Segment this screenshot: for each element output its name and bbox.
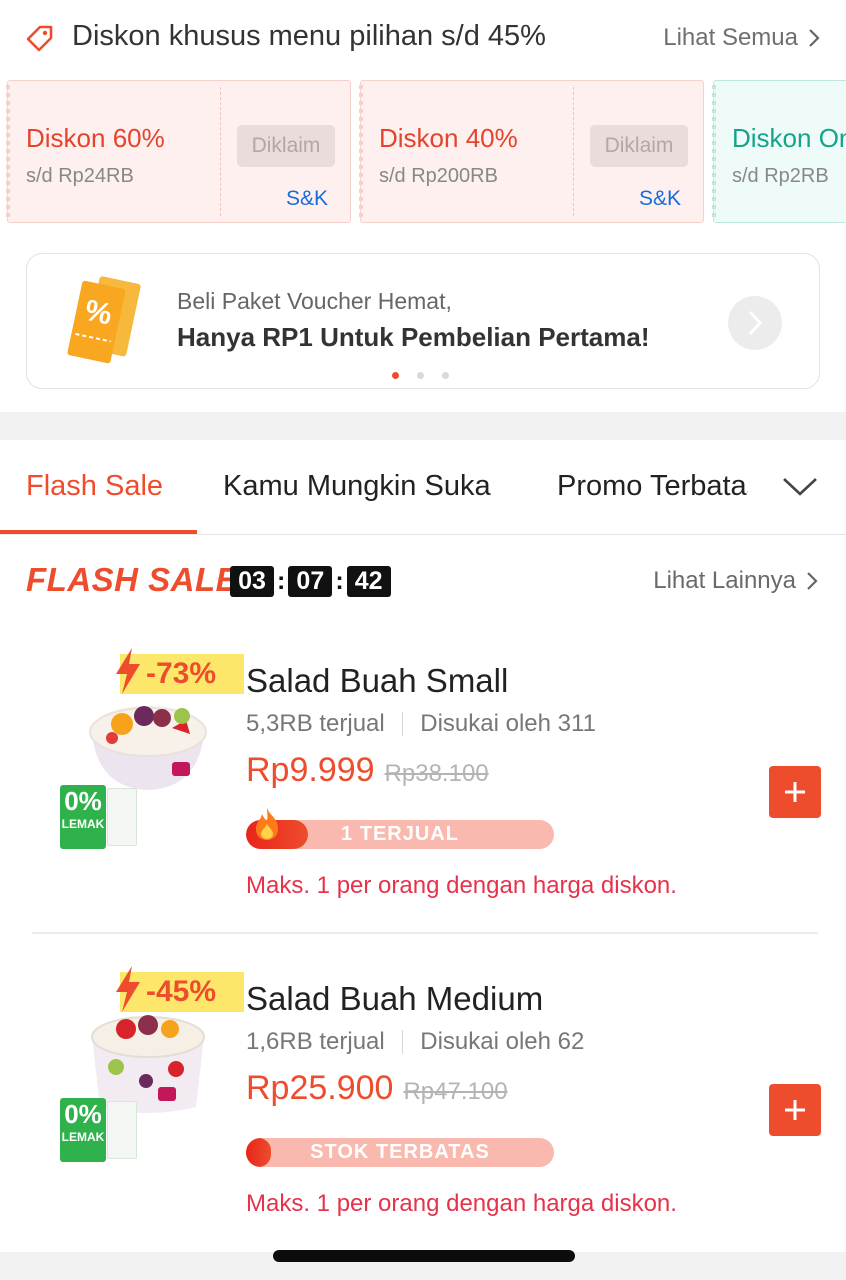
countdown-timer: 03 : 07 : 42: [230, 566, 391, 597]
carousel-dots: [392, 372, 449, 379]
voucher-card[interactable]: Diskon 40% s/d Rp200RB Diklaim S&K: [359, 80, 704, 223]
discount-title: Diskon khusus menu pilihan s/d 45%: [72, 20, 546, 52]
lightning-icon: [116, 966, 140, 1012]
purchase-limit-text: Maks. 1 per orang dengan harga diskon.: [246, 1190, 677, 1217]
sold-count: 1,6RB terjual: [246, 1028, 385, 1055]
tab-flash-sale[interactable]: Flash Sale: [26, 470, 163, 503]
zero-fat-badge: 0% LEMAK: [60, 1098, 106, 1162]
voucher-subtitle: s/d Rp24RB: [26, 165, 134, 187]
product-name[interactable]: Salad Buah Medium: [246, 980, 543, 1018]
purchase-limit-text: Maks. 1 per orang dengan harga diskon.: [246, 872, 677, 899]
product-price: Rp25.900 Rp47.100: [246, 1069, 508, 1108]
active-tab-indicator: [0, 530, 197, 534]
carousel-dot: [442, 372, 449, 379]
plus-icon: [785, 782, 805, 802]
flash-sale-logo: FLASH SALE: [26, 561, 238, 599]
stock-label: STOK TERBATAS: [310, 1141, 490, 1163]
badge-label: LEMAK: [61, 817, 105, 831]
category-tabs: Flash Sale Kamu Mungkin Suka Promo Terba…: [0, 440, 846, 535]
terms-link[interactable]: S&K: [286, 187, 328, 211]
product-price: Rp9.999 Rp38.100: [246, 751, 489, 790]
add-to-cart-button[interactable]: [769, 1084, 821, 1136]
voucher-title: Diskon Ong: [732, 123, 846, 153]
sale-price: Rp25.900: [246, 1069, 394, 1107]
product-meta: 1,6RB terjual Disukai oleh 62: [246, 1028, 584, 1056]
zero-fat-badge: 0% LEMAK: [60, 785, 106, 849]
badge-percent: 0%: [64, 1099, 102, 1129]
sold-count: 5,3RB terjual: [246, 710, 385, 737]
see-all-label: Lihat Semua: [663, 24, 798, 51]
terms-link[interactable]: S&K: [639, 187, 681, 211]
lightning-icon: [116, 648, 140, 694]
tab-promo-terbatas[interactable]: Promo Terbatas: [557, 470, 761, 503]
chevron-right-icon: [807, 572, 818, 590]
original-price: Rp38.100: [384, 760, 489, 787]
discount-header: Diskon khusus menu pilihan s/d 45% Lihat…: [0, 0, 846, 78]
stock-label: 1 TERJUAL: [341, 823, 459, 845]
promo-banner[interactable]: % Beli Paket Voucher Hemat, Hanya RP1 Un…: [26, 253, 820, 389]
badge-label: LEMAK: [61, 1130, 105, 1144]
plus-icon: [785, 1100, 805, 1120]
claimed-button[interactable]: Diklaim: [237, 125, 335, 167]
chevron-down-icon[interactable]: [780, 474, 820, 500]
home-indicator[interactable]: [273, 1250, 575, 1262]
product-image[interactable]: -45% 0% LEMAK: [24, 966, 244, 1168]
timer-seconds: 42: [346, 566, 391, 597]
chevron-right-icon: [748, 310, 763, 336]
product-card[interactable]: -73% 0% LEMAK Salad Buah Small 5,3RB ter…: [0, 648, 846, 950]
carousel-dot: [417, 372, 424, 379]
see-all-link[interactable]: Lihat Semua: [663, 24, 820, 52]
stock-progress-bar: STOK TERBATAS: [246, 1138, 554, 1167]
tag-icon: [26, 25, 53, 52]
liked-count: Disukai oleh 311: [420, 710, 596, 737]
badge-percent: 0%: [64, 786, 102, 816]
timer-minutes: 07: [288, 566, 333, 597]
product-card[interactable]: -45% 0% LEMAK Salad Buah Medium 1,6RB te…: [0, 966, 846, 1268]
voucher-subtitle: s/d Rp2RB: [732, 165, 829, 187]
original-price: Rp47.100: [403, 1078, 508, 1105]
voucher-title: Diskon 60%: [26, 123, 165, 153]
promo-next-button[interactable]: [728, 296, 782, 350]
promo-title: Hanya RP1 Untuk Pembelian Pertama!: [177, 322, 650, 352]
fruit-salad-bowl-image: [89, 706, 207, 790]
voucher-title: Diskon 40%: [379, 123, 518, 153]
see-more-link[interactable]: Lihat Lainnya: [653, 567, 818, 595]
product-name[interactable]: Salad Buah Small: [246, 662, 508, 700]
section-separator: [0, 412, 846, 440]
flash-sale-logo-text: FLASH SALE: [26, 561, 239, 598]
bpom-certificate-icon: [107, 1101, 137, 1159]
voucher-carousel[interactable]: Diskon 60% s/d Rp24RB Diklaim S&K Diskon…: [0, 80, 846, 225]
stock-progress-bar: 1 TERJUAL: [246, 820, 554, 849]
bpom-certificate-icon: [107, 788, 137, 846]
timer-hours: 03: [230, 566, 274, 597]
row-divider: [32, 932, 818, 934]
add-to-cart-button[interactable]: [769, 766, 821, 818]
fire-icon: [256, 808, 278, 840]
product-meta: 5,3RB terjual Disukai oleh 311: [246, 710, 596, 738]
promo-subtitle: Beli Paket Voucher Hemat,: [177, 288, 452, 314]
sale-price: Rp9.999: [246, 751, 375, 789]
tab-kamu-mungkin-suka[interactable]: Kamu Mungkin Suka: [223, 470, 491, 503]
carousel-dot-active: [392, 372, 399, 379]
liked-count: Disukai oleh 62: [420, 1028, 585, 1055]
voucher-card[interactable]: Diskon Ong s/d Rp2RB: [712, 80, 846, 223]
voucher-ticket-icon: %: [67, 276, 141, 364]
chevron-right-icon: [809, 29, 820, 47]
see-more-label: Lihat Lainnya: [653, 567, 796, 594]
claimed-button[interactable]: Diklaim: [590, 125, 688, 167]
voucher-subtitle: s/d Rp200RB: [379, 165, 498, 187]
product-image[interactable]: -73% 0% LEMAK: [24, 648, 244, 850]
voucher-card[interactable]: Diskon 60% s/d Rp24RB Diklaim S&K: [6, 80, 351, 223]
